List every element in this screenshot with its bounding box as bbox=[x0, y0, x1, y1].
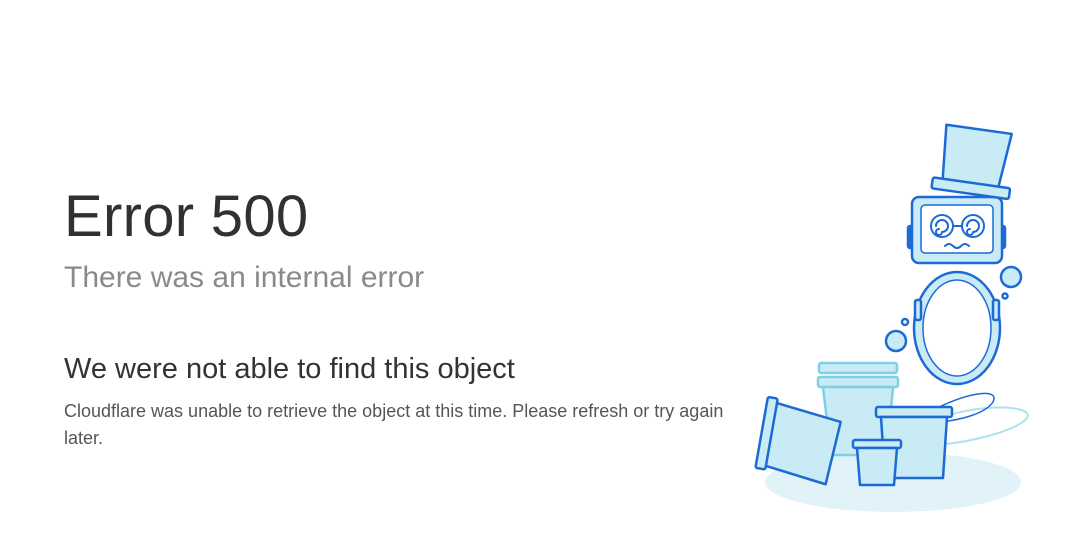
robot-bucket-illustration bbox=[754, 123, 1029, 512]
bubble-large bbox=[884, 329, 908, 353]
robot-illustration-graphic bbox=[754, 123, 1029, 512]
bubble-tiny bbox=[1001, 292, 1009, 300]
robot-body bbox=[912, 270, 1002, 386]
error-message: Cloudflare was unable to retrieve the ob… bbox=[64, 401, 724, 448]
error-content: Error 500 There was an internal error We… bbox=[64, 180, 724, 452]
large-bucket-rim bbox=[874, 405, 954, 419]
bubble-right bbox=[999, 265, 1023, 289]
robot-head bbox=[906, 195, 1007, 265]
error-heading: We were not able to find this object bbox=[64, 353, 515, 385]
stacked-bucket-rim bbox=[816, 375, 900, 389]
bubble-small bbox=[900, 317, 910, 327]
error-subtitle: There was an internal error bbox=[64, 261, 425, 294]
small-bucket-body bbox=[855, 446, 899, 487]
stacked-bucket-top bbox=[817, 361, 899, 375]
error-page: Error 500 There was an internal error We… bbox=[0, 0, 1082, 549]
head-bucket bbox=[930, 123, 1014, 201]
error-title: Error 500 bbox=[64, 184, 309, 249]
